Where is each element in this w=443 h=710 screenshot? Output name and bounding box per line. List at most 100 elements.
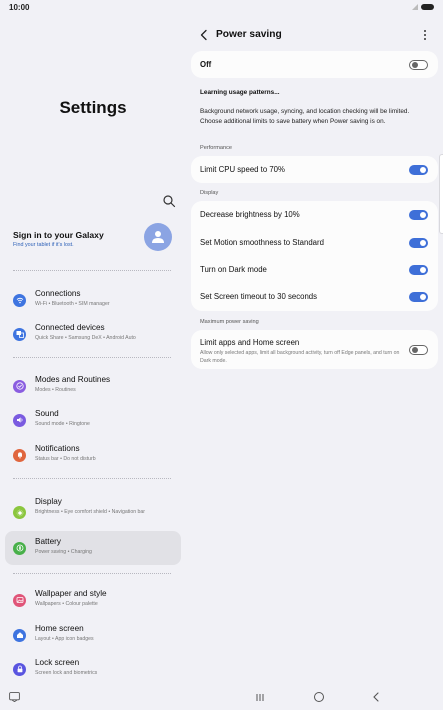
person-icon <box>152 231 164 243</box>
option-toggle[interactable] <box>409 345 428 355</box>
option-row[interactable]: Set Screen timeout to 30 seconds <box>191 283 438 310</box>
option-label: Limit CPU speed to 70% <box>200 165 285 174</box>
power-saving-pane: Power saving Off Learning usage patterns… <box>186 14 443 684</box>
menu-item-modes-routines[interactable]: Modes and Routines Modes • Routines <box>5 369 181 403</box>
samsung-account-signin[interactable]: Sign in to your Galaxy Find your tablet … <box>13 223 180 260</box>
master-toggle[interactable] <box>409 60 428 70</box>
option-row[interactable]: Turn on Dark mode <box>191 256 438 283</box>
menu-item-lock-screen[interactable]: Lock screen Screen lock and biometrics <box>5 652 181 686</box>
master-switch-label: Off <box>200 60 212 69</box>
search-icon[interactable] <box>162 194 176 208</box>
divider <box>13 573 171 574</box>
menu-subtitle: Modes • Routines <box>35 387 76 393</box>
toggle-knob <box>420 167 426 173</box>
header: Power saving <box>186 26 443 46</box>
menu-subtitle: Power saving • Charging <box>35 549 92 555</box>
toggle-knob <box>420 240 426 246</box>
wifi-icon <box>13 293 26 307</box>
battery-status-icon <box>421 4 434 10</box>
option-description: Allow only selected apps, limit all back… <box>200 350 400 364</box>
maximum-power-saving-card[interactable]: Limit apps and Home screen Allow only se… <box>191 330 438 369</box>
option-label: Set Screen timeout to 30 seconds <box>200 292 318 301</box>
option-row[interactable]: Set Motion smoothness to Standard <box>191 229 438 256</box>
menu-subtitle: Wallpapers • Colour palette <box>35 601 98 607</box>
menu-label: Home screen <box>35 624 84 633</box>
section-label-display: Display <box>200 190 219 196</box>
divider <box>13 270 171 271</box>
menu-label: Sound <box>35 409 59 418</box>
option-toggle[interactable] <box>409 165 428 175</box>
toggle-knob <box>411 347 418 353</box>
toggle-knob <box>420 212 426 218</box>
sun-icon <box>13 506 26 519</box>
connected-devices-icon <box>13 327 26 341</box>
performance-card: Limit CPU speed to 70% <box>191 156 438 183</box>
menu-item-notifications[interactable]: Notifications Status bar • Do not distur… <box>5 438 181 472</box>
display-card: Decrease brightness by 10% Set Motion sm… <box>191 201 438 311</box>
option-label: Decrease brightness by 10% <box>200 210 300 219</box>
keyboard-toggle-icon[interactable] <box>9 692 20 702</box>
signal-icon <box>412 4 418 10</box>
lock-icon <box>13 662 26 676</box>
menu-subtitle: Wi-Fi • Bluetooth • SIM manager <box>35 301 110 307</box>
settings-list-pane: Settings Sign in to your Galaxy Find you… <box>0 14 186 684</box>
divider <box>13 478 171 479</box>
learning-title: Learning usage patterns... <box>200 89 280 96</box>
home-icon <box>13 628 26 642</box>
back-arrow-icon[interactable] <box>199 29 209 41</box>
menu-item-connected-devices[interactable]: Connected devices Quick Share • Samsung … <box>5 317 181 351</box>
section-label-maximum: Maximum power saving <box>200 319 259 325</box>
option-label: Set Motion smoothness to Standard <box>200 238 324 247</box>
avatar[interactable] <box>144 223 172 251</box>
recent-apps-icon[interactable] <box>255 693 265 702</box>
menu-item-wallpaper[interactable]: Wallpaper and style Wallpapers • Colour … <box>5 583 181 617</box>
status-time: 10:00 <box>9 3 30 12</box>
section-label-performance: Performance <box>200 145 233 151</box>
page-title: Power saving <box>216 29 282 40</box>
menu-item-display[interactable]: Display Brightness • Eye comfort shield … <box>5 491 181 531</box>
menu-label: Lock screen <box>35 658 80 667</box>
option-label: Turn on Dark mode <box>200 265 267 274</box>
option-row[interactable]: Limit CPU speed to 70% <box>191 156 438 183</box>
battery-icon <box>13 541 26 555</box>
account-title: Sign in to your Galaxy <box>13 230 104 240</box>
edge-panel-handle[interactable] <box>439 154 443 234</box>
option-toggle[interactable] <box>409 265 428 275</box>
menu-subtitle: Brightness • Eye comfort shield • Naviga… <box>35 509 146 515</box>
menu-item-home-screen[interactable]: Home screen Layout • App icon badges <box>5 618 181 652</box>
option-label: Limit apps and Home screen <box>200 338 300 347</box>
menu-subtitle: Status bar • Do not disturb <box>35 456 96 462</box>
menu-subtitle: Screen lock and biometrics <box>35 670 98 676</box>
home-button-icon[interactable] <box>314 692 324 702</box>
back-nav-icon[interactable] <box>372 692 380 702</box>
option-toggle[interactable] <box>409 210 428 220</box>
toggle-knob <box>411 62 418 68</box>
menu-subtitle: Layout • App icon badges <box>35 636 94 642</box>
menu-subtitle: Sound mode • Ringtone <box>35 421 90 427</box>
wallpaper-icon <box>13 593 26 607</box>
option-row[interactable]: Decrease brightness by 10% <box>191 201 438 228</box>
menu-label: Connected devices <box>35 323 105 332</box>
master-switch-row[interactable]: Off <box>191 51 438 78</box>
more-options-icon[interactable] <box>422 29 428 41</box>
page-title: Settings <box>59 98 127 117</box>
menu-label: Display <box>35 497 62 506</box>
menu-label: Battery <box>35 537 61 546</box>
menu-item-battery[interactable]: Battery Power saving • Charging <box>5 531 181 565</box>
option-toggle[interactable] <box>409 292 428 302</box>
option-toggle[interactable] <box>409 238 428 248</box>
menu-item-connections[interactable]: Connections Wi-Fi • Bluetooth • SIM mana… <box>5 283 181 317</box>
status-bar: 10:00 <box>0 0 443 14</box>
menu-item-sound[interactable]: Sound Sound mode • Ringtone <box>5 403 181 437</box>
master-switch-card[interactable]: Off <box>191 51 438 78</box>
toggle-knob <box>420 267 426 273</box>
account-subtitle: Find your tablet if it's lost. <box>13 242 74 248</box>
menu-label: Modes and Routines <box>35 375 111 384</box>
divider <box>13 357 171 358</box>
navigation-bar <box>0 684 443 710</box>
menu-label: Notifications <box>35 444 80 453</box>
menu-label: Wallpaper and style <box>35 589 107 598</box>
learning-description-line-1: Background network usage, syncing, and l… <box>200 108 410 115</box>
learning-description-line-2: Choose additional limits to save battery… <box>200 117 386 125</box>
toggle-knob <box>420 294 426 300</box>
